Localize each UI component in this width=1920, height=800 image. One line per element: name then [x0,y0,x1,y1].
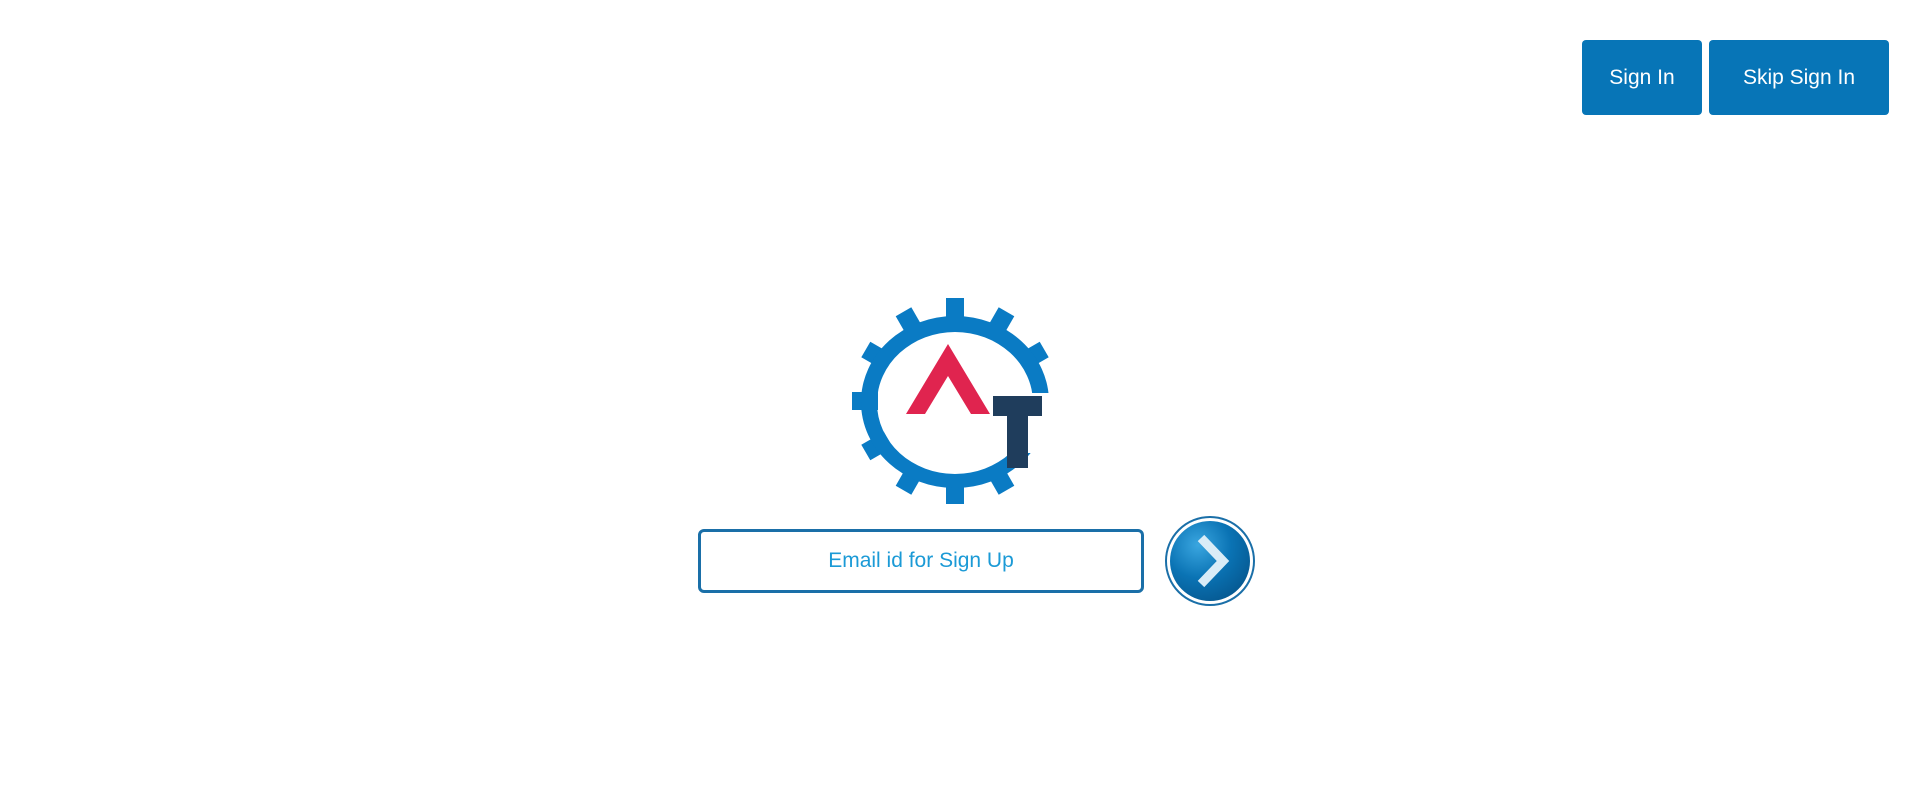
signup-page: Sign In Skip Sign In [0,0,1920,800]
chevron-right-icon [1165,516,1255,606]
skip-sign-in-button[interactable]: Skip Sign In [1709,40,1889,115]
sign-in-button[interactable]: Sign In [1582,40,1702,115]
signup-form [698,516,1255,606]
email-signup-input[interactable] [698,529,1144,593]
submit-signup-button[interactable] [1165,516,1255,606]
gear-logo-icon [852,298,1058,504]
top-actions: Sign In Skip Sign In [1582,40,1889,115]
logo-letter-a [906,344,990,414]
